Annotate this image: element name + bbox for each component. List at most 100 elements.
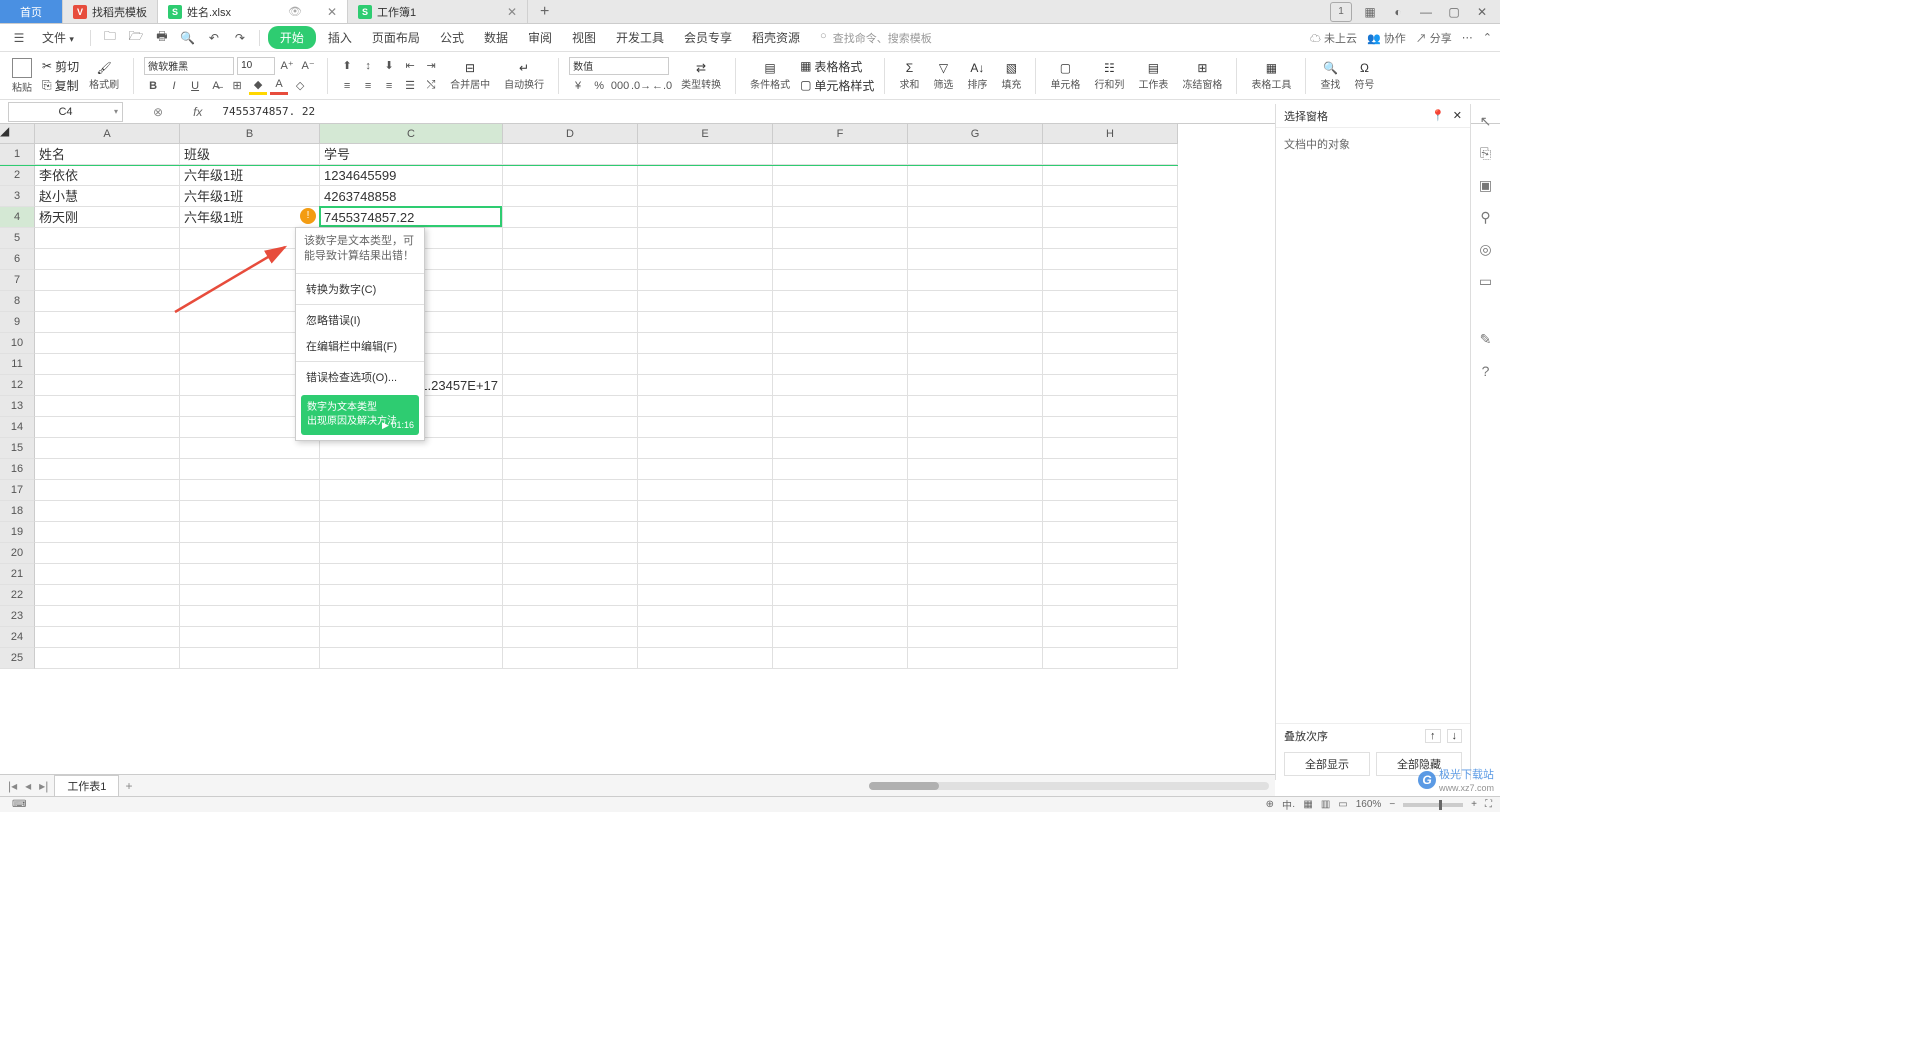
cell-D10[interactable]	[503, 333, 638, 354]
cell-E14[interactable]	[638, 417, 773, 438]
font-size-select[interactable]: 10	[237, 57, 275, 75]
cell-H21[interactable]	[1043, 564, 1178, 585]
col-header-D[interactable]: D	[503, 124, 638, 144]
cell-B17[interactable]	[180, 480, 320, 501]
menu-tab-view[interactable]: 视图	[564, 26, 604, 49]
ctx-edit-in-bar[interactable]: 在编辑栏中编辑(F)	[296, 333, 424, 359]
cell-F3[interactable]	[773, 186, 908, 207]
cell-F6[interactable]	[773, 249, 908, 270]
row-header-25[interactable]: 25	[0, 648, 35, 669]
decrease-font-icon[interactable]: A⁻	[299, 57, 317, 75]
align-left-icon[interactable]: ≡	[338, 77, 356, 95]
fill-group[interactable]: ▧填充	[997, 61, 1025, 91]
formula-input[interactable]: 7455374857. 22	[222, 105, 315, 118]
cell-E16[interactable]	[638, 459, 773, 480]
cell-G8[interactable]	[908, 291, 1043, 312]
cell-G4[interactable]	[908, 207, 1043, 228]
cell-D24[interactable]	[503, 627, 638, 648]
cell-H7[interactable]	[1043, 270, 1178, 291]
cell-A19[interactable]	[35, 522, 180, 543]
cell-A24[interactable]	[35, 627, 180, 648]
zoom-level[interactable]: 160%	[1356, 799, 1382, 810]
cell-G10[interactable]	[908, 333, 1043, 354]
row-header-7[interactable]: 7	[0, 270, 35, 291]
cell-C2[interactable]: 1234645599	[320, 165, 503, 186]
cell-E13[interactable]	[638, 396, 773, 417]
cell-F21[interactable]	[773, 564, 908, 585]
undo-icon[interactable]: ↶	[203, 27, 225, 49]
cell-F24[interactable]	[773, 627, 908, 648]
currency-icon[interactable]: ¥	[569, 77, 587, 95]
cell-G18[interactable]	[908, 501, 1043, 522]
clear-format-icon[interactable]: ◇	[291, 77, 309, 95]
cell-F7[interactable]	[773, 270, 908, 291]
tab-home[interactable]: 首页	[0, 0, 63, 23]
cell-C25[interactable]	[320, 648, 503, 669]
row-header-13[interactable]: 13	[0, 396, 35, 417]
align-middle-icon[interactable]: ↕	[359, 57, 377, 75]
cell-A7[interactable]	[35, 270, 180, 291]
cell-B25[interactable]	[180, 648, 320, 669]
scissors-icon[interactable]: ✂	[42, 59, 52, 73]
menu-file[interactable]: 文件 ▾	[34, 26, 82, 49]
cell-E19[interactable]	[638, 522, 773, 543]
cell-E15[interactable]	[638, 438, 773, 459]
cell-G21[interactable]	[908, 564, 1043, 585]
cell-F17[interactable]	[773, 480, 908, 501]
cell-A16[interactable]	[35, 459, 180, 480]
view-break-icon[interactable]: ▭	[1338, 799, 1347, 810]
sheet-first-icon[interactable]: |◂	[6, 779, 19, 793]
cn-icon[interactable]: 中·	[1282, 797, 1295, 812]
cell-C24[interactable]	[320, 627, 503, 648]
cell-F18[interactable]	[773, 501, 908, 522]
cell-D7[interactable]	[503, 270, 638, 291]
marker-icon[interactable]: ⚲	[1477, 208, 1495, 226]
cell-C16[interactable]	[320, 459, 503, 480]
maximize-icon[interactable]: ▢	[1444, 2, 1464, 22]
row-header-11[interactable]: 11	[0, 354, 35, 375]
cell-E24[interactable]	[638, 627, 773, 648]
edit-icon[interactable]: ✎	[1477, 330, 1495, 348]
cell-F25[interactable]	[773, 648, 908, 669]
row-header-23[interactable]: 23	[0, 606, 35, 627]
close-pane-icon[interactable]: ✕	[1453, 110, 1462, 122]
ctx-convert-to-number[interactable]: 转换为数字(C)	[296, 276, 424, 302]
tab-doc-xlsx[interactable]: S姓名.xlsx👁✕	[158, 0, 348, 23]
align-right-icon[interactable]: ≡	[380, 77, 398, 95]
cell-C15[interactable]	[320, 438, 503, 459]
cell-C23[interactable]	[320, 606, 503, 627]
cell-E2[interactable]	[638, 165, 773, 186]
cell-E5[interactable]	[638, 228, 773, 249]
cell-H9[interactable]	[1043, 312, 1178, 333]
cell-D12[interactable]	[503, 375, 638, 396]
cell-A12[interactable]	[35, 375, 180, 396]
cell-E12[interactable]	[638, 375, 773, 396]
row-header-8[interactable]: 8	[0, 291, 35, 312]
task-icon[interactable]: ⎘	[1477, 144, 1495, 162]
cell-H17[interactable]	[1043, 480, 1178, 501]
cell-H19[interactable]	[1043, 522, 1178, 543]
cell-G16[interactable]	[908, 459, 1043, 480]
cell-G11[interactable]	[908, 354, 1043, 375]
sheet-next-icon[interactable]: ▸|	[37, 779, 50, 793]
row-header-6[interactable]: 6	[0, 249, 35, 270]
cell-F9[interactable]	[773, 312, 908, 333]
menu-tab-data[interactable]: 数据	[476, 26, 516, 49]
italic-icon[interactable]: I	[165, 77, 183, 95]
menu-tab-layout[interactable]: 页面布局	[364, 26, 428, 49]
cell-C18[interactable]	[320, 501, 503, 522]
cell-A15[interactable]	[35, 438, 180, 459]
cell-F5[interactable]	[773, 228, 908, 249]
pin-icon[interactable]: 📍	[1431, 110, 1445, 122]
align-bottom-icon[interactable]: ⬇	[380, 57, 398, 75]
row-header-4[interactable]: 4	[0, 207, 35, 228]
col-header-B[interactable]: B	[180, 124, 320, 144]
menu-tab-insert[interactable]: 插入	[320, 26, 360, 49]
cell-D22[interactable]	[503, 585, 638, 606]
tab-workbook1[interactable]: S工作簿1✕	[348, 0, 528, 23]
cell-C22[interactable]	[320, 585, 503, 606]
cell-G9[interactable]	[908, 312, 1043, 333]
row-header-21[interactable]: 21	[0, 564, 35, 585]
cell-H16[interactable]	[1043, 459, 1178, 480]
cell-B19[interactable]	[180, 522, 320, 543]
